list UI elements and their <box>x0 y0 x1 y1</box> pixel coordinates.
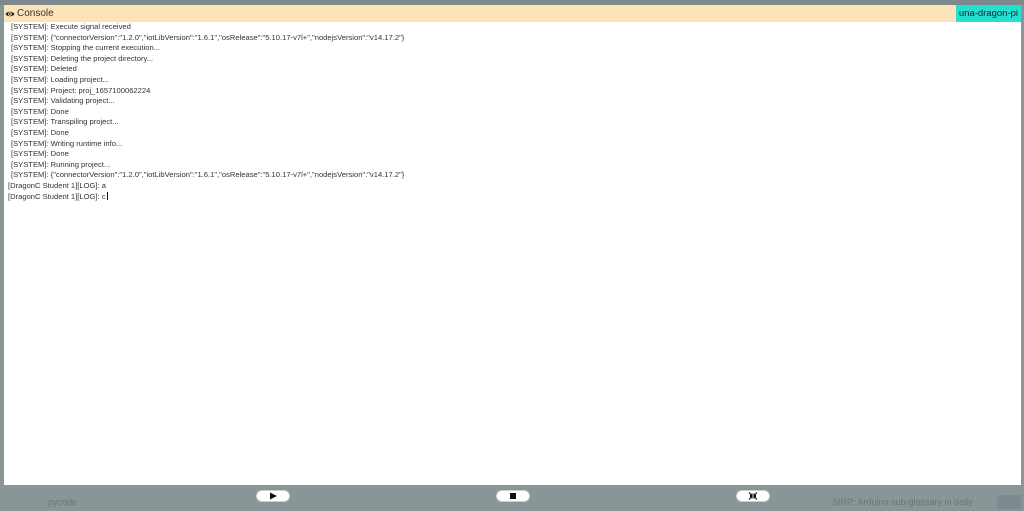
log-text: [SYSTEM]: {"connectorVersion":"1.2.0","i… <box>11 170 405 180</box>
console-log: [SYSTEM]: Execute signal received [SYSTEM… <box>8 22 1017 202</box>
system-log-line: [SYSTEM]: Transpiling project... <box>8 117 1017 128</box>
log-text: [SYSTEM]: Stopping the current execution… <box>11 43 160 53</box>
system-log-line: [SYSTEM]: Execute signal received <box>8 22 1017 33</box>
footer-left-text: pycode <box>48 497 78 507</box>
user-log-line: [DragonC Student 1][LOG]: a <box>8 181 1017 192</box>
console-panel: Console una-dragon-pi [SYSTEM]: Execute … <box>4 5 1021 485</box>
system-log-line: [SYSTEM]: Done <box>8 149 1017 160</box>
log-text: [SYSTEM]: Done <box>11 106 69 116</box>
faint-corner-box <box>997 495 1021 509</box>
stop-icon <box>510 493 516 499</box>
log-text: [SYSTEM]: Execute signal received <box>11 22 131 31</box>
log-text: [SYSTEM]: Loading project... <box>11 74 109 84</box>
system-log-line: [SYSTEM]: Done <box>8 107 1017 118</box>
eye-icon <box>5 9 15 19</box>
log-text: [DragonC Student 1][LOG]: c <box>8 191 106 201</box>
log-text: [SYSTEM]: Writing runtime info... <box>11 138 123 148</box>
device-badge[interactable]: una-dragon-pi <box>955 5 1021 22</box>
log-text: [SYSTEM]: Transpiling project... <box>11 117 119 127</box>
user-log-line: [DragonC Student 1][LOG]: c <box>8 191 1017 203</box>
console-title-group: Console <box>5 5 54 22</box>
log-text: [SYSTEM]: Project: proj_1657100062224 <box>11 85 151 95</box>
log-text: [SYSTEM]: Deleted <box>11 64 77 74</box>
shrink-button[interactable] <box>736 490 770 502</box>
console-title: Console <box>17 8 54 19</box>
system-log-line: [SYSTEM]: Running project... <box>8 160 1017 171</box>
footer-right-text: SIRP: Arduino sub-glossary in daily <box>832 497 973 507</box>
log-text: [SYSTEM]: Done <box>11 127 69 137</box>
system-log-line: [SYSTEM]: Done <box>8 128 1017 139</box>
log-text: [SYSTEM]: Deleting the project directory… <box>11 53 154 63</box>
system-log-line: [SYSTEM]: {"connectorVersion":"1.2.0","i… <box>8 33 1017 44</box>
system-log-line: [SYSTEM]: Project: proj_1657100062224 <box>8 86 1017 97</box>
log-text: [SYSTEM]: Validating project... <box>11 96 115 106</box>
system-log-line: [SYSTEM]: Stopping the current execution… <box>8 43 1017 54</box>
system-log-line: [SYSTEM]: Loading project... <box>8 75 1017 86</box>
system-log-line: [SYSTEM]: Writing runtime info... <box>8 139 1017 150</box>
stop-button[interactable] <box>496 490 530 502</box>
system-log-line: [SYSTEM]: Validating project... <box>8 96 1017 107</box>
shrink-icon <box>748 492 758 500</box>
log-text: [DragonC Student 1][LOG]: a <box>8 180 106 190</box>
play-icon <box>269 492 277 500</box>
log-text: [SYSTEM]: Running project... <box>11 159 111 169</box>
control-bar: pycode SIRP: Arduino sub-glossary in dai… <box>0 485 1024 511</box>
text-cursor <box>106 191 108 200</box>
run-button[interactable] <box>256 490 290 502</box>
system-log-line: [SYSTEM]: Deleting the project directory… <box>8 54 1017 65</box>
system-log-line: [SYSTEM]: Deleted <box>8 64 1017 75</box>
log-text: [SYSTEM]: Done <box>11 149 69 159</box>
console-header: Console una-dragon-pi <box>4 5 1021 22</box>
system-log-line: [SYSTEM]: {"connectorVersion":"1.2.0","i… <box>8 170 1017 181</box>
log-text: [SYSTEM]: {"connectorVersion":"1.2.0","i… <box>11 32 405 42</box>
